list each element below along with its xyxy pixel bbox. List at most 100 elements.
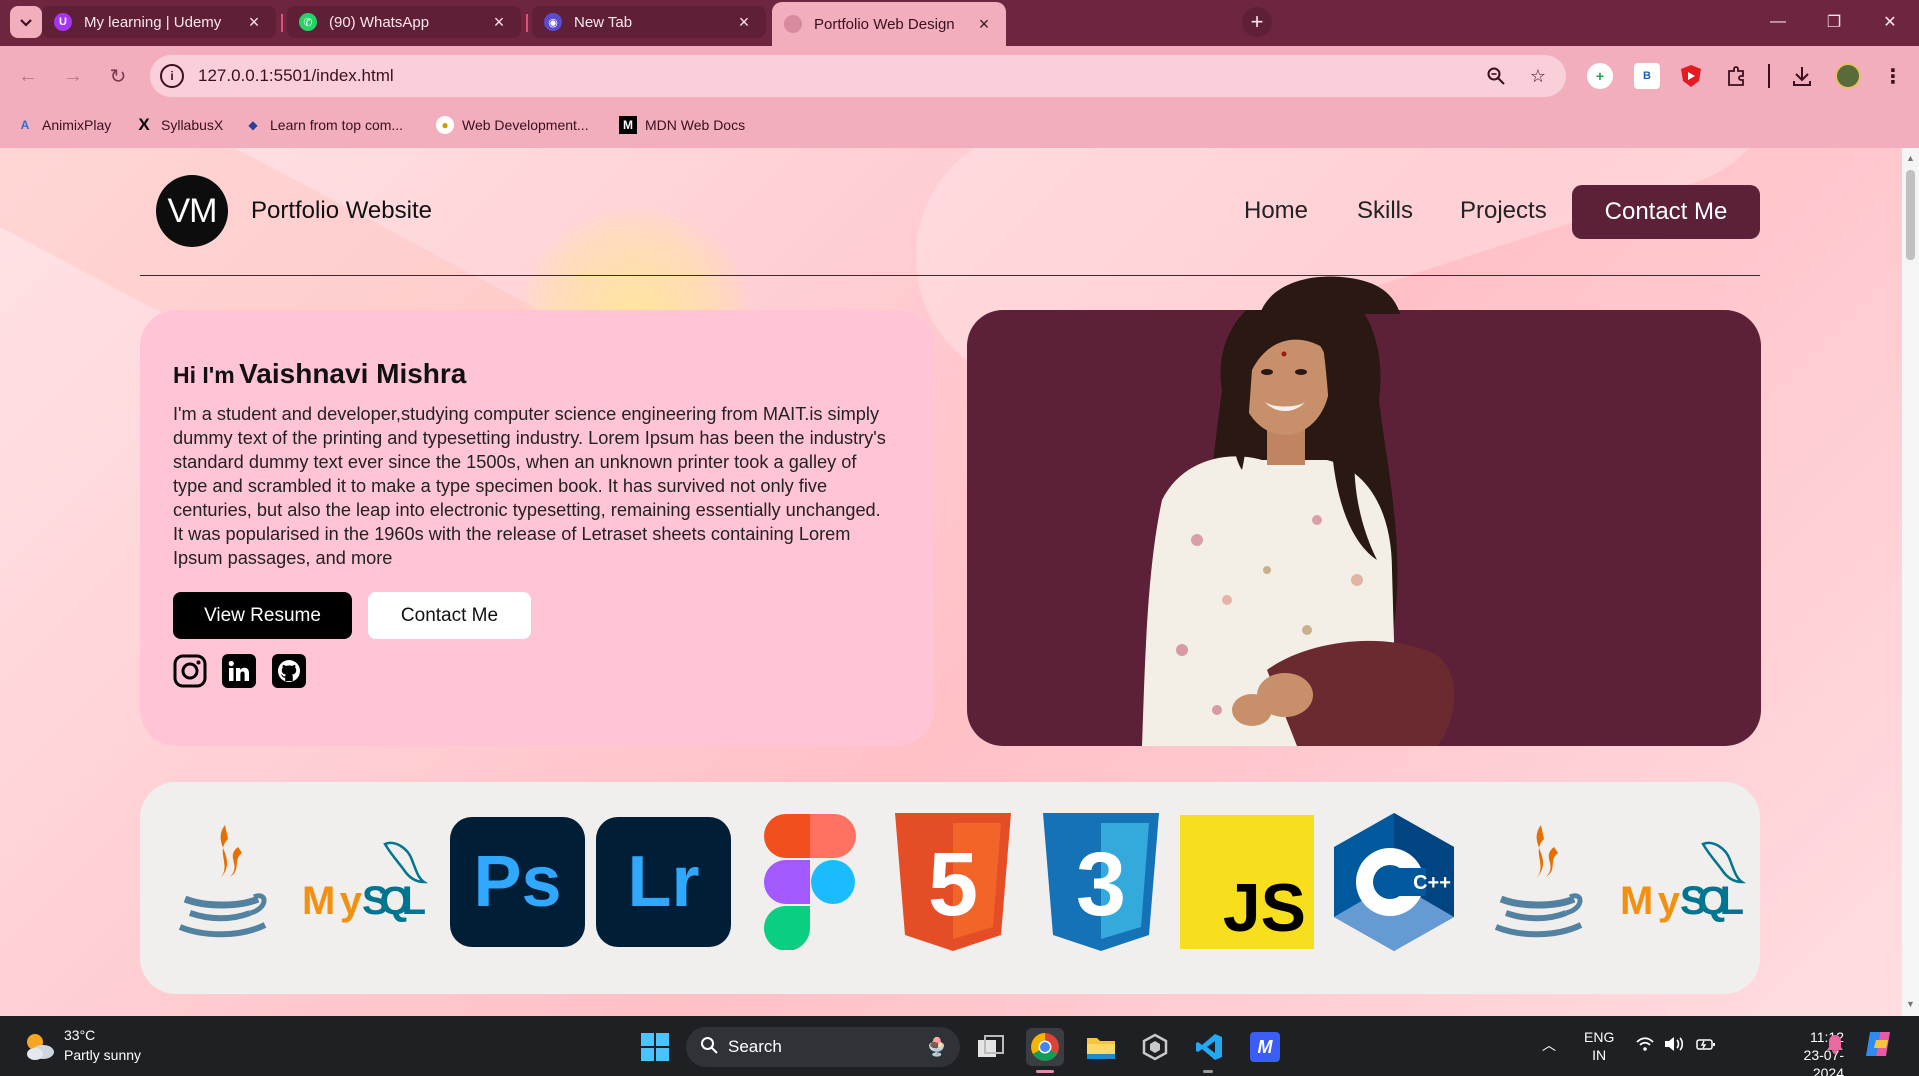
nav-projects[interactable]: Projects xyxy=(1460,197,1547,225)
bookmark-webdev[interactable]: ● Web Development... xyxy=(436,116,589,134)
profile-avatar[interactable] xyxy=(1835,63,1861,89)
more-menu-icon[interactable]: ⋮ xyxy=(1880,63,1906,89)
photoshop-icon: Ps xyxy=(450,812,585,952)
mdn-taskbar-icon[interactable]: M xyxy=(1246,1028,1284,1066)
back-button[interactable]: ← xyxy=(12,60,44,92)
notification-bell-icon[interactable] xyxy=(1826,1034,1844,1058)
extension-shield-icon[interactable] xyxy=(1678,63,1704,89)
wifi-icon[interactable] xyxy=(1636,1036,1654,1056)
site-info-icon[interactable]: i xyxy=(160,64,184,88)
portrait-photo xyxy=(1142,310,1455,746)
logo[interactable]: VM xyxy=(156,175,228,247)
extensions-puzzle-icon[interactable] xyxy=(1723,63,1749,89)
bookmark-label: Learn from top com... xyxy=(270,117,404,133)
restore-button[interactable]: ❐ xyxy=(1808,4,1860,40)
taskbar: 33°C Partly sunny Search 🍨 M ︿ ENG IN 11… xyxy=(0,1016,1919,1076)
volume-icon[interactable] xyxy=(1664,1036,1684,1056)
scroll-thumb[interactable] xyxy=(1906,170,1915,260)
new-tab-button[interactable]: + xyxy=(1242,7,1272,37)
close-icon[interactable]: × xyxy=(489,12,509,33)
skills-strip: My SQL Ps Lr 5 3 JS C++ My SQL xyxy=(140,782,1760,994)
task-view-icon[interactable] xyxy=(972,1028,1010,1066)
copilot-icon[interactable] xyxy=(1864,1030,1896,1062)
tab-search-button[interactable] xyxy=(10,6,42,38)
file-explorer-icon[interactable] xyxy=(1082,1028,1120,1066)
hero-greeting: Hi I'm Vaishnavi Mishra xyxy=(173,358,466,390)
github-icon[interactable] xyxy=(272,654,306,688)
tab-new-tab[interactable]: ◉ New Tab × xyxy=(532,6,766,38)
minimize-icon: — xyxy=(1770,13,1786,30)
hero-photo-card xyxy=(967,310,1761,746)
javascript-label: JS xyxy=(1222,870,1306,946)
page-scrollbar[interactable]: ▲ ▼ xyxy=(1902,148,1919,1016)
vscode-icon[interactable] xyxy=(1190,1028,1228,1066)
tab-separator xyxy=(526,14,528,32)
close-icon[interactable]: × xyxy=(974,14,994,35)
animixplay-icon: A xyxy=(20,118,30,132)
battery-icon[interactable] xyxy=(1696,1036,1716,1056)
bookmark-learn[interactable]: ◆ Learn from top com... xyxy=(244,116,403,134)
weather-temperature[interactable]: 33°C xyxy=(64,1027,95,1043)
bookmark-animixplay[interactable]: A AnimixPlay xyxy=(16,116,112,134)
page-viewport: VM Portfolio Website Home Skills Project… xyxy=(0,148,1902,1016)
extension-b-icon[interactable]: B xyxy=(1634,63,1660,89)
reload-button[interactable]: ↻ xyxy=(102,60,134,92)
greeting-text: Hi I'm xyxy=(173,362,235,388)
bookmark-label: Web Development... xyxy=(462,117,589,133)
active-app-indicator xyxy=(1036,1070,1054,1073)
scroll-down-icon[interactable]: ▼ xyxy=(1906,1000,1915,1009)
tab-udemy[interactable]: U My learning | Udemy × xyxy=(42,6,276,38)
nav-skills[interactable]: Skills xyxy=(1357,197,1413,225)
address-bar[interactable]: i 127.0.0.1:5501/index.html ☆ xyxy=(150,55,1566,97)
extension-plus-icon[interactable]: + xyxy=(1587,63,1613,89)
nav-home[interactable]: Home xyxy=(1244,197,1308,225)
tab-label: My learning | Udemy xyxy=(84,13,222,31)
chrome-taskbar-icon[interactable] xyxy=(1026,1028,1064,1066)
bookmark-label: MDN Web Docs xyxy=(645,117,746,133)
tab-whatsapp[interactable]: ✆ (90) WhatsApp × xyxy=(287,6,521,38)
html5-icon: 5 xyxy=(892,812,1014,952)
globe-icon xyxy=(784,15,802,33)
url-text[interactable]: 127.0.0.1:5501/index.html xyxy=(198,66,394,86)
chevron-down-icon xyxy=(20,19,32,27)
tab-portfolio[interactable]: Portfolio Web Design × xyxy=(772,2,1006,46)
close-icon[interactable]: × xyxy=(734,12,754,33)
download-icon[interactable] xyxy=(1789,63,1815,89)
mdn-icon: M xyxy=(619,116,637,134)
unity-icon[interactable] xyxy=(1136,1028,1174,1066)
bookmarks-bar: A AnimixPlay X SyllabusX ◆ Learn from to… xyxy=(0,106,1919,148)
mysql-icon: My SQL xyxy=(1618,812,1748,952)
nav-contact-button[interactable]: Contact Me xyxy=(1572,185,1760,239)
webdev-icon: ● xyxy=(436,116,454,134)
tab-label: (90) WhatsApp xyxy=(329,13,430,31)
view-resume-button[interactable]: View Resume xyxy=(173,592,352,639)
udemy-icon: U xyxy=(54,13,72,31)
javascript-icon: JS xyxy=(1180,812,1314,952)
instagram-icon[interactable] xyxy=(173,654,207,688)
html5-label: 5 xyxy=(928,835,978,935)
windows-start-icon[interactable] xyxy=(636,1028,674,1066)
language-indicator[interactable]: ENG IN xyxy=(1584,1028,1614,1064)
close-window-button[interactable]: ✕ xyxy=(1864,4,1916,40)
weather-partly-sunny-icon[interactable] xyxy=(22,1030,56,1062)
scroll-up-icon[interactable]: ▲ xyxy=(1906,154,1915,163)
minimize-button[interactable]: — xyxy=(1752,4,1804,40)
bookmark-syllabusx[interactable]: X SyllabusX xyxy=(135,115,223,134)
hero-name: Vaishnavi Mishra xyxy=(239,358,467,389)
whatsapp-icon: ✆ xyxy=(299,13,317,31)
bookmark-mdn[interactable]: M MDN Web Docs xyxy=(619,116,745,134)
bookmark-star-icon[interactable]: ☆ xyxy=(1526,64,1550,88)
tab-label: New Tab xyxy=(574,13,633,31)
lightroom-label: Lr xyxy=(596,817,731,947)
contact-me-button[interactable]: Contact Me xyxy=(368,592,531,639)
zoom-icon[interactable] xyxy=(1484,64,1508,88)
weather-condition[interactable]: Partly sunny xyxy=(64,1047,141,1063)
close-icon[interactable]: × xyxy=(244,12,264,33)
chevron-up-icon[interactable]: ︿ xyxy=(1542,1036,1556,1054)
forward-button[interactable]: → xyxy=(57,60,89,92)
tab-bar: U My learning | Udemy × ✆ (90) WhatsApp … xyxy=(0,0,1919,46)
linkedin-icon[interactable] xyxy=(222,654,256,688)
lang-line2: IN xyxy=(1592,1047,1607,1063)
portrait-hair-overflow xyxy=(1200,274,1460,314)
taskbar-search-box[interactable]: Search 🍨 xyxy=(686,1027,960,1067)
